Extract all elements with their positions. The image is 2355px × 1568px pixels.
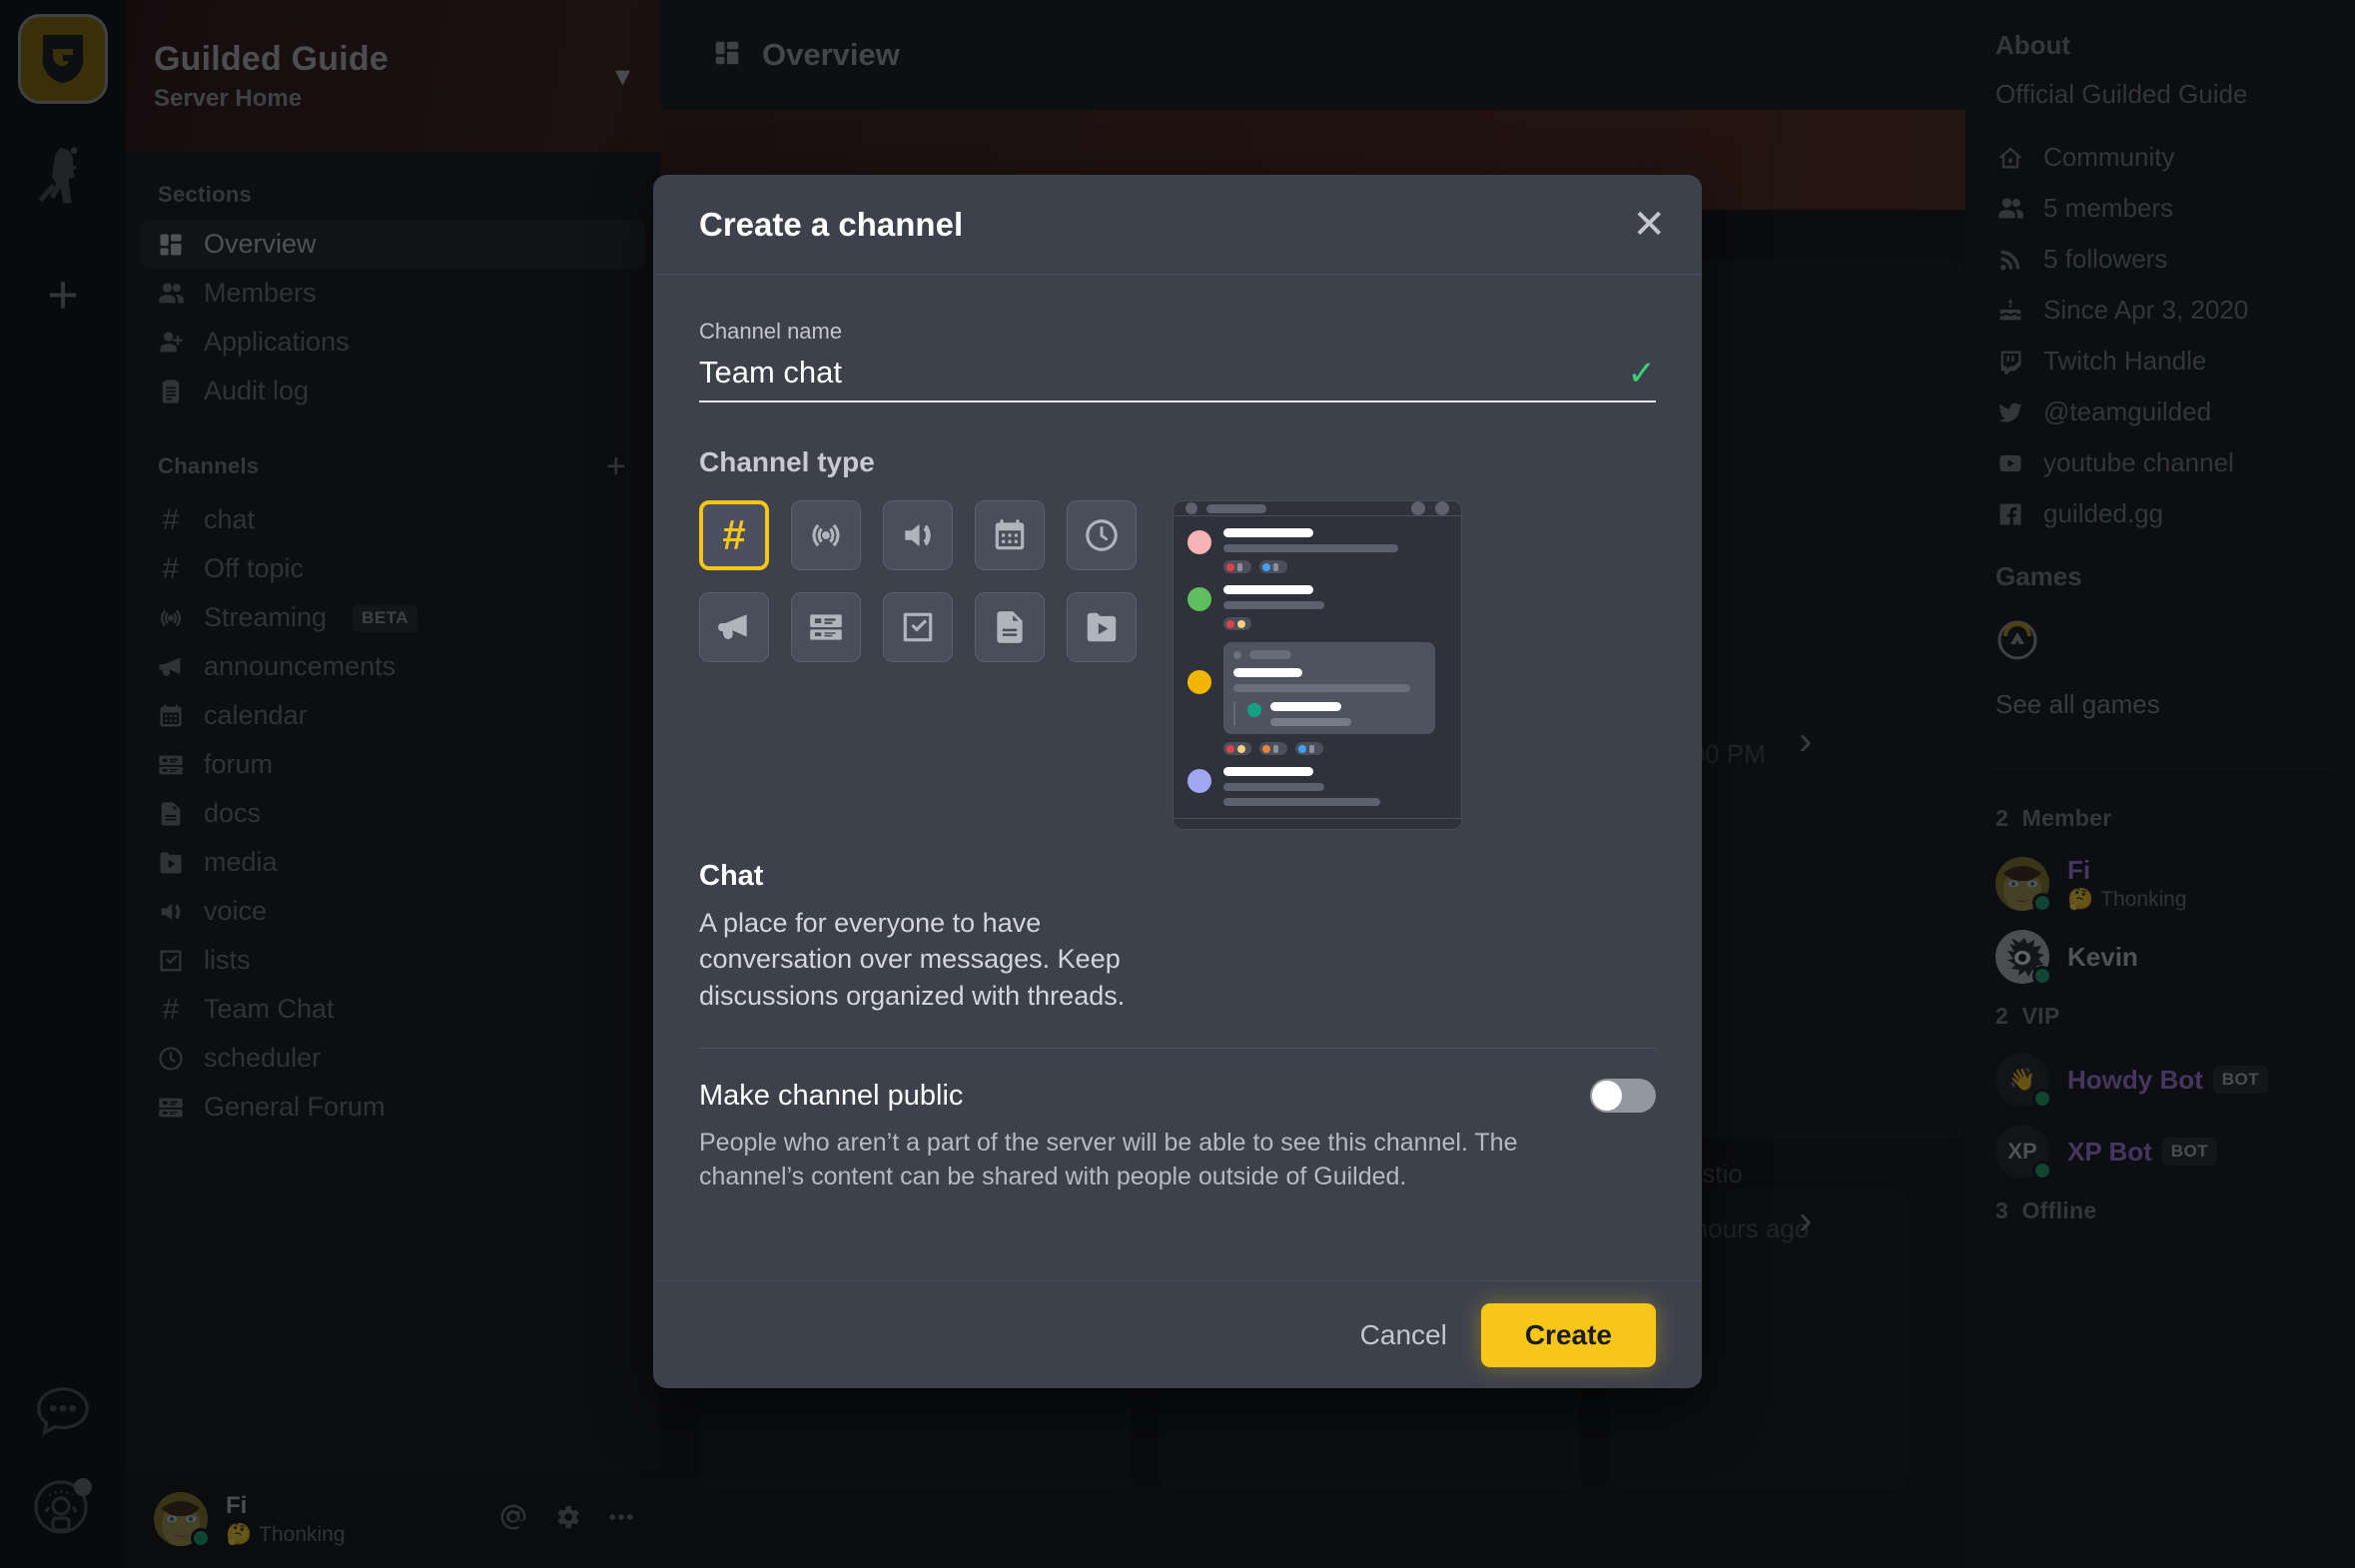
make-public-label: Make channel public bbox=[699, 1079, 964, 1112]
preview-message bbox=[1174, 585, 1461, 642]
preview-name-bar bbox=[1223, 767, 1313, 776]
preview-thread-card bbox=[1223, 642, 1435, 734]
cancel-button[interactable]: Cancel bbox=[1360, 1319, 1447, 1351]
channel-type-scheduling[interactable] bbox=[1067, 500, 1137, 570]
selected-type-text: A place for everyone to have conversatio… bbox=[699, 908, 1126, 1011]
preview-reactions bbox=[1223, 560, 1447, 573]
preview-text-bar bbox=[1223, 601, 1324, 609]
announcement-icon bbox=[718, 614, 747, 639]
channel-type-calendar[interactable] bbox=[975, 500, 1045, 570]
preview-name-bar bbox=[1270, 702, 1342, 711]
calendar-icon bbox=[995, 519, 1025, 550]
voice-icon bbox=[905, 523, 931, 547]
preview-title-bar bbox=[1206, 503, 1266, 513]
preview-name-bar bbox=[1223, 585, 1313, 594]
preview-reaction bbox=[1259, 742, 1287, 755]
preview-reaction bbox=[1223, 742, 1251, 755]
preview-dot bbox=[1435, 501, 1449, 515]
docs-icon bbox=[997, 611, 1023, 643]
preview-text-bar bbox=[1223, 798, 1380, 806]
clock-icon bbox=[1086, 519, 1118, 551]
preview-reaction bbox=[1295, 742, 1323, 755]
preview-avatar bbox=[1187, 670, 1211, 694]
create-button[interactable]: Create bbox=[1480, 1302, 1656, 1367]
preview-dot bbox=[1411, 501, 1425, 515]
modal-body: Channel name Team chat ✓ Channel type # bbox=[653, 275, 1702, 1280]
preview-thread-reply bbox=[1233, 702, 1425, 726]
channel-type-chat[interactable]: # bbox=[699, 500, 769, 570]
make-public-row: Make channel public bbox=[699, 1079, 1656, 1114]
media-icon bbox=[1087, 612, 1117, 642]
preview-thread-head bbox=[1233, 650, 1425, 659]
preview-message bbox=[1174, 528, 1461, 585]
preview-text-bar bbox=[1270, 718, 1351, 726]
lists-icon bbox=[903, 612, 933, 642]
selected-type-name: Chat bbox=[699, 860, 764, 892]
channel-type-list[interactable] bbox=[883, 592, 953, 662]
close-icon[interactable]: ✕ bbox=[1632, 205, 1666, 245]
preview-reactions bbox=[1223, 742, 1447, 755]
create-channel-modal: Create a channel ✕ Channel name Team cha… bbox=[653, 175, 1702, 1388]
app-root: + Guilde bbox=[0, 0, 2355, 1568]
preview-lines bbox=[1223, 585, 1447, 630]
forum-icon bbox=[810, 614, 842, 640]
channel-type-announcements[interactable] bbox=[699, 592, 769, 662]
preview-lines bbox=[1223, 767, 1447, 806]
toggle-knob bbox=[1592, 1081, 1622, 1112]
preview-avatar bbox=[1187, 769, 1211, 793]
channel-type-label: Channel type bbox=[699, 446, 875, 477]
preview-actions bbox=[1411, 501, 1449, 515]
preview-text-bar bbox=[1223, 783, 1324, 791]
preview-composer-area: + | bbox=[1174, 818, 1461, 830]
channel-type-voice[interactable] bbox=[883, 500, 953, 570]
modal-divider bbox=[699, 1048, 1656, 1050]
preview-composer: + | bbox=[1185, 829, 1449, 830]
preview-name-bar bbox=[1233, 668, 1303, 677]
preview-avatar bbox=[1187, 530, 1211, 554]
hash-icon: # bbox=[722, 511, 746, 558]
channel-name-value[interactable]: Team chat bbox=[699, 355, 1616, 391]
channel-type-docs[interactable] bbox=[975, 592, 1045, 662]
preview-titlebar bbox=[1174, 501, 1461, 516]
preview-text-bar bbox=[1233, 684, 1410, 692]
channel-name-label: Channel name bbox=[699, 319, 843, 344]
modal-title: Create a channel bbox=[699, 205, 964, 243]
modal-footer: Cancel Create bbox=[653, 1280, 1702, 1388]
preview-reaction bbox=[1223, 560, 1251, 573]
valid-check-icon: ✓ bbox=[1627, 355, 1657, 392]
make-public-toggle[interactable] bbox=[1590, 1079, 1656, 1114]
channel-type-grid: # bbox=[699, 500, 1137, 830]
preview-reaction bbox=[1223, 617, 1251, 630]
preview-name-bar bbox=[1223, 528, 1313, 537]
preview-avatar bbox=[1187, 587, 1211, 611]
preview-reaction bbox=[1259, 560, 1287, 573]
preview-message bbox=[1174, 767, 1461, 818]
selected-type-description: Chat A place for everyone to have conver… bbox=[699, 860, 1656, 1014]
channel-type-forums[interactable] bbox=[791, 592, 861, 662]
preview-lines bbox=[1223, 528, 1447, 573]
channel-type-media[interactable] bbox=[1067, 592, 1137, 662]
channel-type-streaming[interactable] bbox=[791, 500, 861, 570]
channel-preview: + | bbox=[1173, 500, 1462, 830]
preview-dot bbox=[1185, 502, 1197, 514]
preview-reactions bbox=[1223, 617, 1447, 630]
make-public-description: People who aren’t a part of the server w… bbox=[699, 1129, 1518, 1191]
preview-text-bar bbox=[1223, 544, 1398, 552]
preview-lines bbox=[1223, 642, 1447, 755]
stream-icon bbox=[812, 523, 840, 547]
channel-type-area: # bbox=[699, 500, 1656, 830]
modal-header: Create a channel ✕ bbox=[653, 175, 1702, 275]
preview-messages bbox=[1174, 516, 1461, 818]
channel-name-input[interactable]: Team chat ✓ bbox=[699, 355, 1656, 402]
preview-message-thread bbox=[1174, 642, 1461, 767]
